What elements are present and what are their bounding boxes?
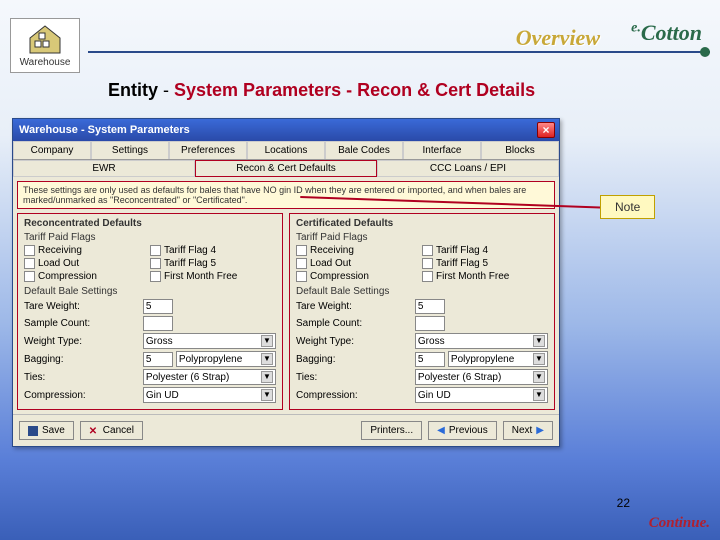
header-rule — [88, 51, 710, 53]
warehouse-app-icon: Warehouse — [10, 18, 80, 73]
flag-first-month-free[interactable]: First Month Free — [422, 271, 548, 282]
bagging-code-input[interactable] — [143, 352, 173, 367]
ties-select[interactable]: Polyester (6 Strap)▼ — [415, 369, 548, 385]
flag-receiving[interactable]: Receiving — [24, 245, 150, 256]
window-title: Warehouse - System Parameters — [19, 124, 190, 136]
previous-button[interactable]: ◀Previous — [428, 421, 497, 440]
weight-type-select[interactable]: Gross▼ — [143, 333, 276, 349]
logo-dot — [700, 47, 710, 57]
overview-heading: Overview — [516, 25, 600, 51]
ties-select[interactable]: Polyester (6 Strap)▼ — [143, 369, 276, 385]
sample-count-input[interactable] — [143, 316, 173, 331]
flag-compression[interactable]: Compression — [296, 271, 422, 282]
flag-receiving[interactable]: Receiving — [296, 245, 422, 256]
close-icon[interactable]: × — [537, 122, 555, 138]
cancel-button[interactable]: ✕Cancel — [80, 421, 143, 440]
compression-select[interactable]: Gin UD▼ — [415, 387, 548, 403]
tab-interface[interactable]: Interface — [403, 141, 481, 159]
subtab-ccc-loans-epi[interactable]: CCC Loans / EPI — [377, 160, 559, 177]
reconcentrated-defaults-group: Reconcentrated DefaultsTariff Paid Flags… — [17, 213, 283, 410]
bagging-select[interactable]: Polypropylene▼ — [448, 351, 548, 367]
flag-tariff-flag-4[interactable]: Tariff Flag 4 — [150, 245, 276, 256]
compression-select[interactable]: Gin UD▼ — [143, 387, 276, 403]
continue-label: Continue. — [649, 515, 710, 532]
ecotton-logo: e.Cotton — [631, 20, 702, 46]
tab-blocks[interactable]: Blocks — [481, 141, 559, 159]
tab-bale-codes[interactable]: Bale Codes — [325, 141, 403, 159]
save-button[interactable]: Save — [19, 421, 74, 440]
flag-tariff-flag-4[interactable]: Tariff Flag 4 — [422, 245, 548, 256]
tab-locations[interactable]: Locations — [247, 141, 325, 159]
defaults-columns: Reconcentrated DefaultsTariff Paid Flags… — [13, 213, 559, 414]
tab-settings[interactable]: Settings — [91, 141, 169, 159]
flag-load-out[interactable]: Load Out — [296, 258, 422, 269]
tab-company[interactable]: Company — [13, 141, 91, 159]
flag-first-month-free[interactable]: First Month Free — [150, 271, 276, 282]
warehouse-icon-label: Warehouse — [20, 57, 71, 68]
certificated-defaults-group: Certificated DefaultsTariff Paid FlagsRe… — [289, 213, 555, 410]
tare-weight-input[interactable] — [415, 299, 445, 314]
tab-preferences[interactable]: Preferences — [169, 141, 247, 159]
tab-row-1: CompanySettingsPreferencesLocationsBale … — [13, 141, 559, 160]
tab-row-2: EWRRecon & Cert DefaultsCCC Loans / EPI — [13, 160, 559, 177]
bagging-select[interactable]: Polypropylene▼ — [176, 351, 276, 367]
note-callout: Note — [600, 195, 655, 219]
window-titlebar: Warehouse - System Parameters × — [13, 119, 559, 141]
printers-button[interactable]: Printers... — [361, 421, 422, 440]
flag-tariff-flag-5[interactable]: Tariff Flag 5 — [150, 258, 276, 269]
defaults-note: These settings are only used as defaults… — [17, 181, 555, 209]
button-bar: Save ✕Cancel Printers... ◀Previous Next▶ — [13, 414, 559, 446]
breadcrumb: Entity - System Parameters - Recon & Cer… — [108, 80, 535, 101]
bagging-code-input[interactable] — [415, 352, 445, 367]
subtab-recon-cert-defaults[interactable]: Recon & Cert Defaults — [195, 160, 377, 177]
tare-weight-input[interactable] — [143, 299, 173, 314]
flag-compression[interactable]: Compression — [24, 271, 150, 282]
next-button[interactable]: Next▶ — [503, 421, 553, 440]
weight-type-select[interactable]: Gross▼ — [415, 333, 548, 349]
system-parameters-window: Warehouse - System Parameters × CompanyS… — [12, 118, 560, 447]
flag-load-out[interactable]: Load Out — [24, 258, 150, 269]
page-number: 22 — [617, 496, 630, 510]
subtab-ewr[interactable]: EWR — [13, 160, 195, 177]
sample-count-input[interactable] — [415, 316, 445, 331]
flag-tariff-flag-5[interactable]: Tariff Flag 5 — [422, 258, 548, 269]
